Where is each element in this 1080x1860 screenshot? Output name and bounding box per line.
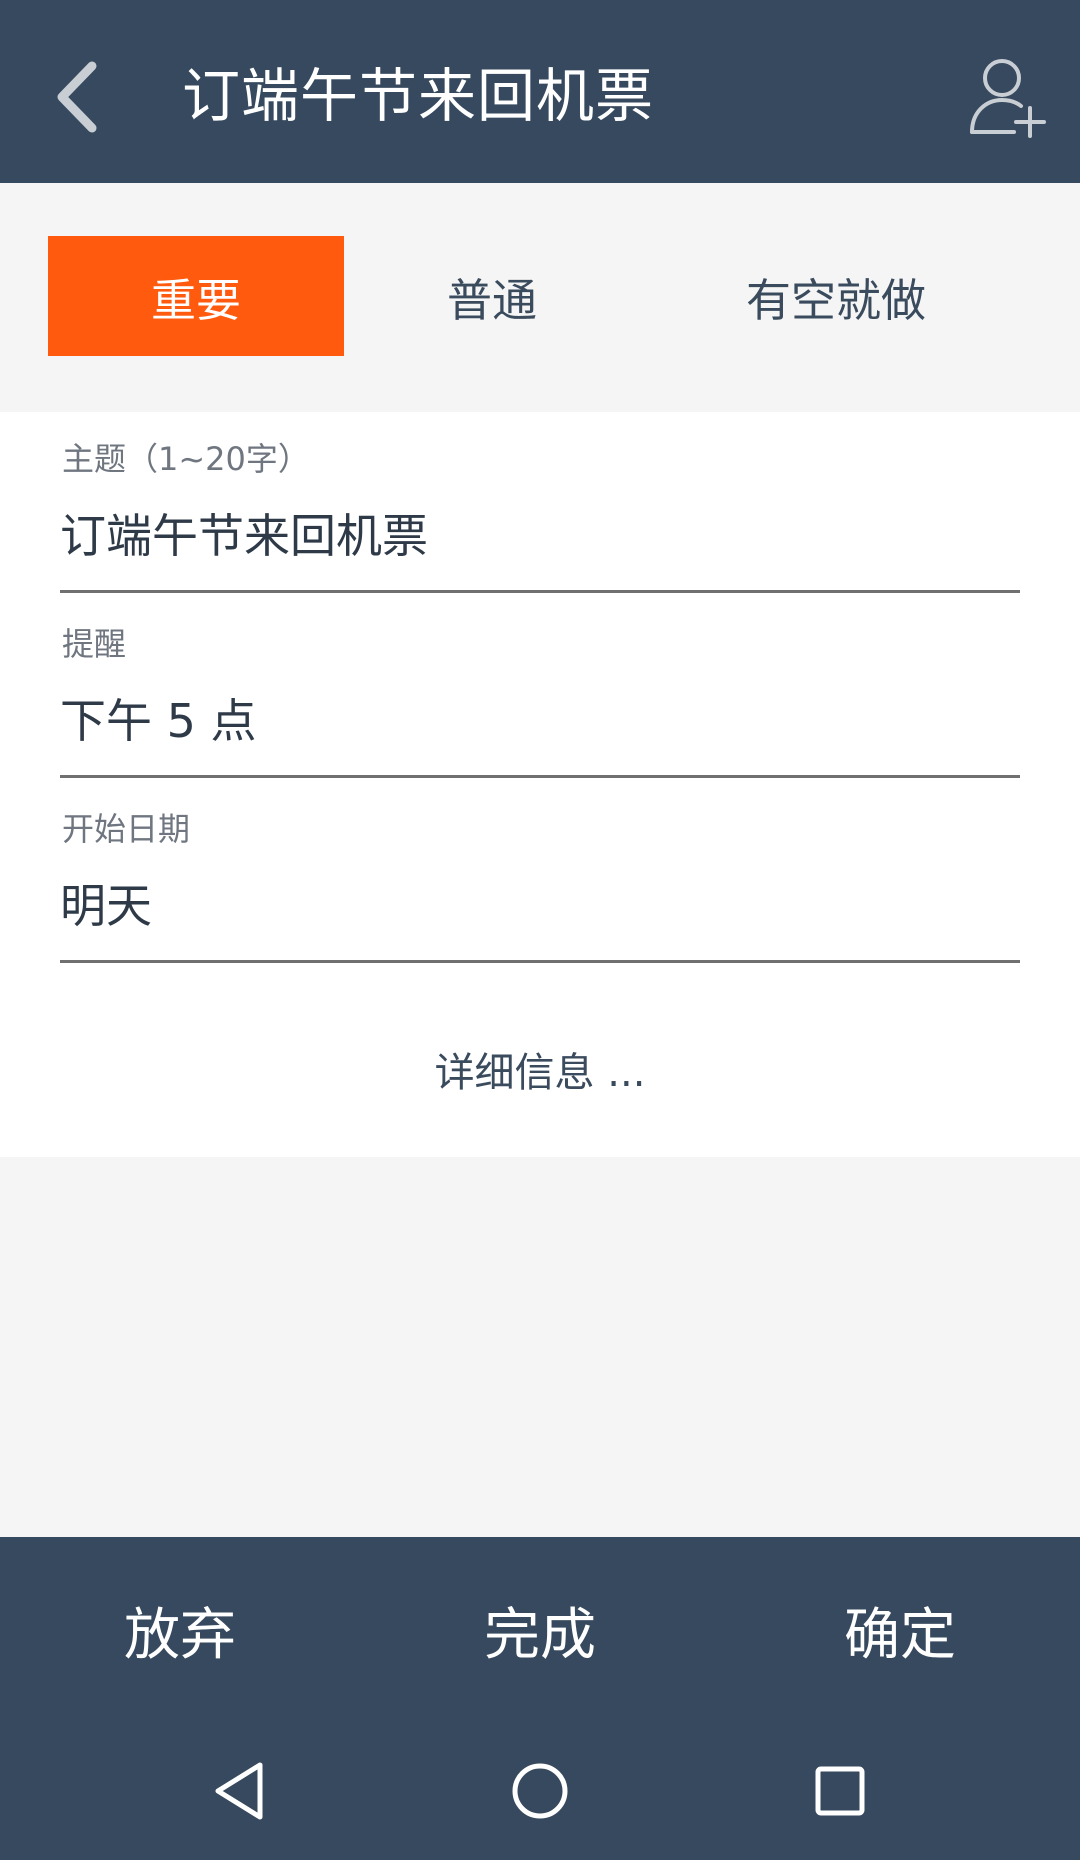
subject-label: 主题（1~20字） [62,440,310,478]
circle-home-icon [512,1763,568,1819]
triangle-back-icon [215,1762,263,1820]
add-user-button[interactable] [968,56,1048,138]
system-back-button[interactable] [200,1751,280,1831]
subject-underline [60,590,1020,593]
system-recents-button[interactable] [800,1751,880,1831]
reminder-label: 提醒 [62,625,127,663]
tab-important[interactable]: 重要 [48,236,344,356]
square-recents-icon [815,1766,865,1816]
tab-normal[interactable]: 普通 [344,236,640,356]
done-button[interactable]: 完成 [360,1537,720,1723]
start-date-label: 开始日期 [62,810,191,848]
back-button[interactable] [48,52,120,142]
start-date-input[interactable] [60,868,1020,938]
discard-button[interactable]: 放弃 [0,1537,360,1723]
chevron-left-icon [57,61,97,133]
confirm-button[interactable]: 确定 [720,1537,1080,1723]
subject-input[interactable] [60,498,1020,568]
tab-when-free[interactable]: 有空就做 [680,236,992,356]
system-nav-bar [0,1723,1080,1860]
system-home-button[interactable] [500,1751,580,1831]
task-form: 主题（1~20字） 提醒 开始日期 详细信息 ... [0,412,1080,1157]
action-bar: 放弃 完成 确定 [0,1537,1080,1723]
reminder-underline [60,775,1020,778]
page-title: 订端午节来回机票 [182,62,655,130]
add-user-icon [970,59,1046,138]
start-date-underline [60,960,1020,963]
details-link[interactable]: 详细信息 ... [0,1040,1080,1098]
app-bar: 订端午节来回机票 [0,0,1080,183]
priority-selector: 重要 普通 有空就做 [0,183,1080,412]
reminder-input[interactable] [60,683,1020,753]
